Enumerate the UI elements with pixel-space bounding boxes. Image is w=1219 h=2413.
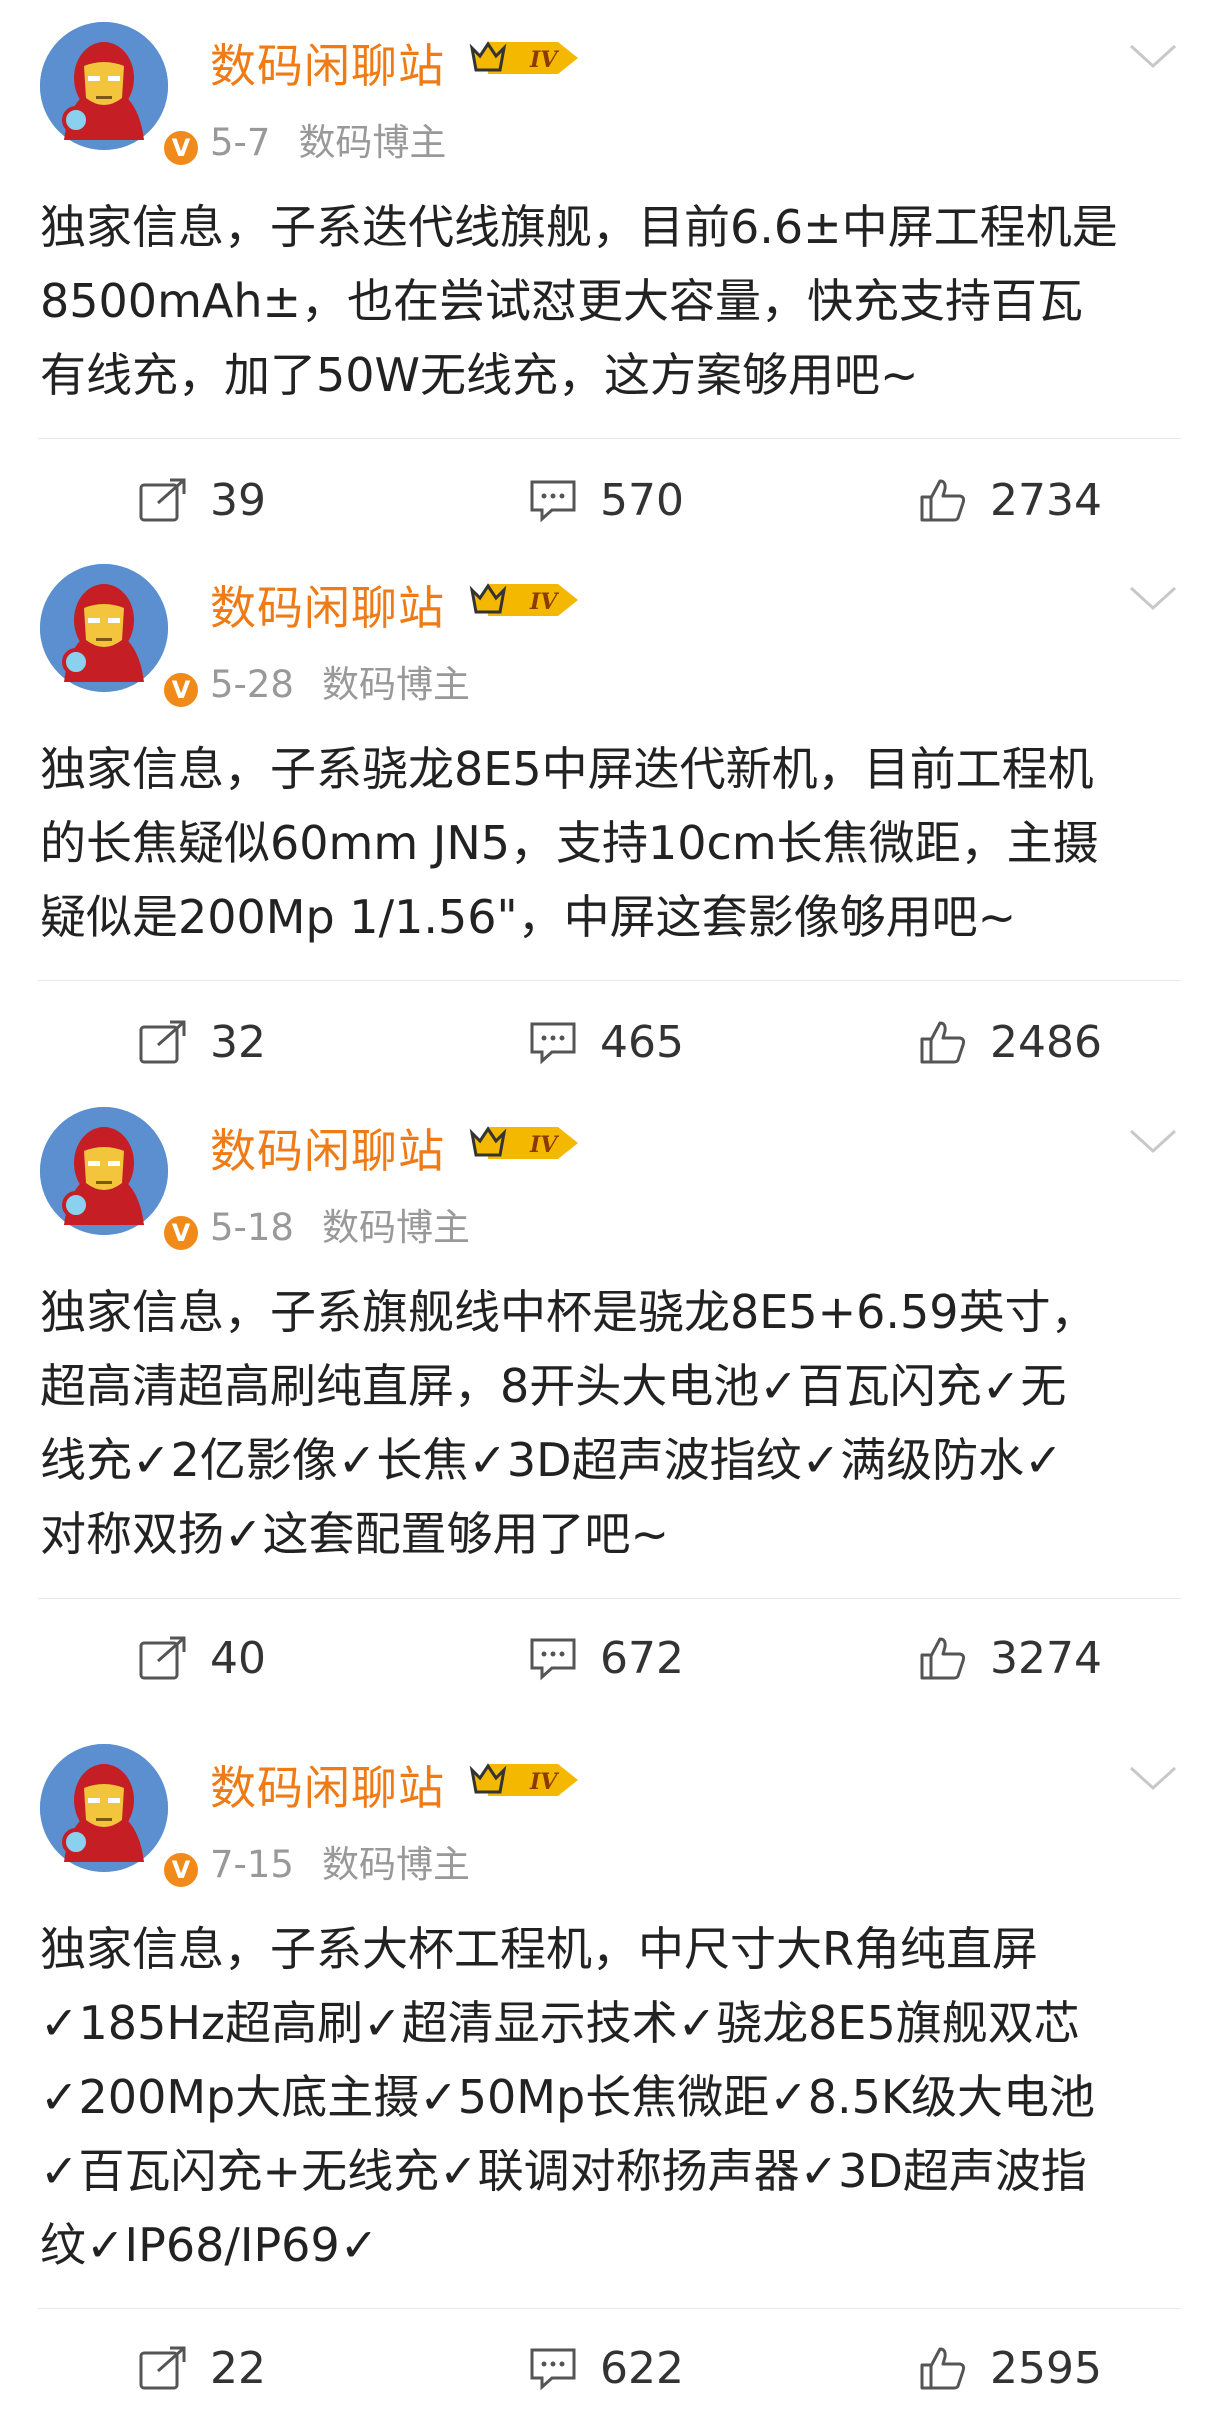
- post-meta: 7-15 数码博主: [210, 1834, 470, 1888]
- like-button[interactable]: 2734: [918, 470, 1102, 530]
- post-meta: 5-7 数码博主: [210, 112, 446, 166]
- author-name[interactable]: 数码闲聊站: [210, 1752, 445, 1818]
- iron-man-avatar-icon: [40, 1744, 168, 1872]
- like-count: 2734: [990, 474, 1102, 526]
- author-avatar[interactable]: V: [40, 564, 202, 711]
- like-button[interactable]: 2486: [918, 1012, 1102, 1072]
- comment-count: 622: [600, 2342, 684, 2394]
- crown-level-badge: IV: [469, 41, 578, 74]
- comment-count: 672: [600, 1632, 684, 1684]
- divider: [38, 438, 1181, 439]
- like-count: 2486: [990, 1016, 1102, 1068]
- repost-count: 22: [210, 2342, 266, 2394]
- author-role: 数码博主: [321, 1843, 470, 1886]
- post-date[interactable]: 5-18: [210, 1206, 294, 1249]
- level-label: IV: [529, 1769, 559, 1795]
- author-role: 数码博主: [321, 1206, 470, 1249]
- post-text: 独家信息，子系骁龙8E5中屏迭代新机，目前工程机 的长焦疑似60mm JN5，支…: [40, 742, 1099, 944]
- comment-count: 570: [600, 474, 684, 526]
- author-name[interactable]: 数码闲聊站: [210, 572, 445, 638]
- like-count: 3274: [990, 1632, 1102, 1684]
- level-label: IV: [529, 47, 559, 73]
- iron-man-avatar-icon: [40, 564, 168, 692]
- like-count: 2595: [990, 2342, 1102, 2394]
- repost-button[interactable]: 39: [138, 470, 266, 530]
- post-card: V 数码闲聊站 IV 5-28 数码博主 独家信息，子系骁龙8E5中屏迭代新机，目…: [0, 542, 1219, 944]
- post-card: V 数码闲聊站 IV 5-18 数码博主 独家信息，子系旗舰线中杯是骁龙8E5+6…: [0, 1085, 1219, 1561]
- iron-man-avatar-icon: [40, 1107, 168, 1235]
- repost-icon: [139, 478, 186, 522]
- thumbs-up-icon: [920, 2347, 966, 2390]
- verified-v-icon: V: [160, 1212, 202, 1254]
- comment-button[interactable]: 672: [528, 1628, 684, 1688]
- post-text: 独家信息，子系大杯工程机，中尺寸大R角纯直屏 ✓185Hz超高刷✓超清显示技术✓…: [40, 1922, 1096, 2272]
- post-date[interactable]: 5-28: [210, 663, 294, 706]
- comment-icon: [530, 1022, 576, 1065]
- chevron-down-icon[interactable]: [1127, 582, 1179, 612]
- repost-icon: [139, 2346, 186, 2390]
- author-avatar[interactable]: V: [40, 22, 202, 169]
- verified-v-icon: V: [160, 127, 202, 169]
- chevron-down-icon[interactable]: [1127, 1125, 1179, 1155]
- author-role: 数码博主: [321, 663, 470, 706]
- verified-v-icon: V: [160, 669, 202, 711]
- divider: [38, 1598, 1181, 1599]
- post-meta: 5-18 数码博主: [210, 1197, 470, 1251]
- post-date[interactable]: 7-15: [210, 1843, 294, 1886]
- author-name[interactable]: 数码闲聊站: [210, 1115, 445, 1181]
- crown-level-badge: IV: [469, 1763, 578, 1796]
- weibo-feed: V 数码闲聊站 IV 5-7 数码博主 独家信息，子系迭代线旗舰，目前6.6±中屏…: [0, 0, 1219, 2413]
- level-label: IV: [529, 1132, 559, 1158]
- like-button[interactable]: 3274: [918, 1628, 1102, 1688]
- chevron-down-icon[interactable]: [1127, 40, 1179, 70]
- author-role: 数码博主: [298, 121, 447, 164]
- action-bar: 32 465 2486: [0, 1012, 1219, 1072]
- author-avatar[interactable]: V: [40, 1744, 202, 1891]
- repost-button[interactable]: 40: [138, 1628, 266, 1688]
- comment-button[interactable]: 465: [528, 1012, 684, 1072]
- post-text: 独家信息，子系迭代线旗舰，目前6.6±中屏工程机是 8500mAh±，也在尝试怼…: [40, 200, 1118, 402]
- action-bar: 39 570 2734: [0, 470, 1219, 530]
- post-date[interactable]: 5-7: [210, 121, 270, 164]
- repost-button[interactable]: 32: [138, 1012, 266, 1072]
- comment-icon: [530, 1638, 576, 1681]
- thumbs-up-icon: [920, 479, 966, 522]
- iron-man-avatar-icon: [40, 22, 168, 150]
- post-meta: 5-28 数码博主: [210, 654, 470, 708]
- comment-count: 465: [600, 1016, 684, 1068]
- repost-count: 32: [210, 1016, 266, 1068]
- action-bar: 40 672 3274: [0, 1628, 1219, 1688]
- crown-level-badge: IV: [469, 1126, 578, 1159]
- author-name[interactable]: 数码闲聊站: [210, 30, 445, 96]
- thumbs-up-icon: [920, 1637, 966, 1680]
- like-button[interactable]: 2595: [918, 2338, 1102, 2398]
- verified-v-icon: V: [160, 1849, 202, 1891]
- post-card: V 数码闲聊站 IV 7-15 数码博主 独家信息，子系大杯工程机，中尺寸大R角纯…: [0, 1722, 1219, 2282]
- repost-button[interactable]: 22: [138, 2338, 266, 2398]
- repost-count: 39: [210, 474, 266, 526]
- comment-icon: [530, 2348, 576, 2391]
- comment-icon: [530, 480, 576, 523]
- author-avatar[interactable]: V: [40, 1107, 202, 1254]
- repost-icon: [139, 1020, 186, 1064]
- action-bar: 22 622 2595: [0, 2338, 1219, 2398]
- divider: [38, 2308, 1181, 2309]
- comment-button[interactable]: 570: [528, 470, 684, 530]
- repost-icon: [139, 1636, 186, 1680]
- comment-button[interactable]: 622: [528, 2338, 684, 2398]
- chevron-down-icon[interactable]: [1127, 1762, 1179, 1792]
- repost-count: 40: [210, 1632, 266, 1684]
- post-text: 独家信息，子系旗舰线中杯是骁龙8E5+6.59英寸， 超高清超高刷纯直屏，8开头…: [40, 1285, 1097, 1561]
- thumbs-up-icon: [920, 1021, 966, 1064]
- post-card: V 数码闲聊站 IV 5-7 数码博主 独家信息，子系迭代线旗舰，目前6.6±中屏…: [0, 0, 1219, 402]
- crown-level-badge: IV: [469, 583, 578, 616]
- level-label: IV: [529, 589, 559, 615]
- divider: [38, 980, 1181, 981]
